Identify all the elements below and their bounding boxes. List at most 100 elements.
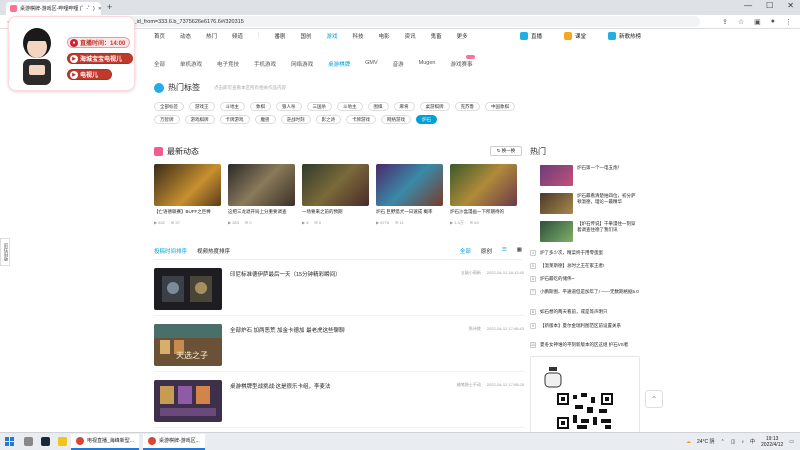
hot-list-item[interactable]: 7 小鹏斯图、平通道但是加年了! ——无数期格据5.0 xyxy=(530,289,640,295)
tag-chip[interactable]: 魔兽 xyxy=(254,115,276,124)
subnav-online[interactable]: 网络游戏 xyxy=(291,60,313,68)
volume-icon[interactable]: ♪ xyxy=(742,439,745,445)
tag-chip[interactable]: 游戏棋牌 xyxy=(184,115,215,124)
feed-title[interactable]: 印尼标准德伊萨最后一天（15分钟精彩瞬间） xyxy=(230,270,341,278)
weather-text[interactable]: 24°C 阴 xyxy=(697,438,715,445)
subnav-single[interactable]: 单机游戏 xyxy=(180,60,202,68)
folder-icon[interactable] xyxy=(58,437,67,446)
tag-chip[interactable]: 影之诗 xyxy=(315,115,341,124)
feed-uploader[interactable]: 蜡笔隐士不动 xyxy=(457,382,481,388)
hot-list-item[interactable]: 8 如石想的两天看前，或是等声明只 xyxy=(530,309,640,315)
tag-chip[interactable]: 象棋 xyxy=(250,102,271,111)
video-card[interactable]: 【亡语德联赛】BUFF之巨棒 ▶ 832 ✉ 37 xyxy=(154,164,221,226)
subnav-all[interactable]: 全部 xyxy=(154,60,165,68)
browser-tab[interactable]: 桌游棋牌-游戏区-哔哩哔哩 (゜-゜) ✕ xyxy=(6,2,101,15)
hot-list-item[interactable]: 9 【新版本】夏尔金瑞利图范区前设置关系 xyxy=(530,323,640,329)
feed-uploader[interactable]: 五级小萌新 xyxy=(461,270,481,276)
close-tab-icon[interactable]: ✕ xyxy=(98,6,101,12)
nav-guochuang[interactable]: 国创 xyxy=(301,32,312,44)
feed-row[interactable]: 天选之子 全部炉石 加两恶荒 加金卡德加 最老虎这些聊聊 陈诗陵 2022-04-… xyxy=(154,324,524,372)
subnav-esports[interactable]: 电子竞技 xyxy=(217,60,239,68)
subnav-mugen[interactable]: Mugen xyxy=(419,60,436,68)
start-button[interactable] xyxy=(0,437,18,446)
tag-chip[interactable]: 中国象棋 xyxy=(485,102,515,111)
hot-video-item[interactable]: 炉石第一个一电五炮！ xyxy=(540,165,637,186)
nav-anime[interactable]: 番剧 xyxy=(275,32,286,44)
maximize-icon[interactable]: ☐ xyxy=(766,1,773,10)
tag-chip[interactable]: 桌游棋牌 xyxy=(419,102,450,111)
extension-icon[interactable]: ▣ xyxy=(754,18,761,26)
star-icon[interactable]: ☆ xyxy=(738,18,744,26)
scroll-to-top-button[interactable]: ⌃ xyxy=(645,390,663,408)
nav-tech[interactable]: 科技 xyxy=(353,32,364,44)
subnav-events[interactable]: 游戏赛事 xyxy=(450,55,476,68)
tag-chip[interactable]: 狼人杀 xyxy=(276,102,302,111)
nav-home[interactable]: 首页 xyxy=(154,32,165,44)
tag-chip[interactable]: 游戏王 xyxy=(189,102,215,111)
list-view-icon[interactable]: ☰ xyxy=(502,247,507,255)
new-tab-icon[interactable]: + xyxy=(107,2,112,12)
close-window-icon[interactable]: ✕ xyxy=(787,1,794,10)
tab-by-heat[interactable]: 视频热度排序 xyxy=(197,247,230,255)
filter-all[interactable]: 全部 xyxy=(460,247,471,255)
taskbar-app[interactable]: 电视直播_海峰新型... xyxy=(71,433,139,450)
tray-arrow-icon[interactable]: ⌃ xyxy=(721,439,725,445)
tag-chip[interactable]: 斗地主 xyxy=(337,102,363,111)
hot-video-item[interactable]: 【炉石传说】干拳漫住一刻穿着调查住德了我们讯 xyxy=(540,221,637,242)
hot-list-item[interactable]: 4 炉了多少次，精菜终于用零蛋蛋 xyxy=(530,250,640,256)
refresh-button[interactable]: ↻ 换一换 xyxy=(490,146,522,156)
hot-list-item[interactable]: 10 夏冬女神谁的平刻新版本的区这组 护石VS者 xyxy=(530,342,640,348)
subnav-gmv[interactable]: GMV xyxy=(365,60,378,68)
clock[interactable]: 19:13 2022/4/12 xyxy=(761,436,783,448)
tag-chip[interactable]: 万智牌 xyxy=(154,115,180,124)
tag-chip[interactable]: 三国杀 xyxy=(306,102,332,111)
tag-chip[interactable]: 炉石 xyxy=(416,115,437,124)
video-card[interactable]: 这把三龙退开局上分重要调查 ▶ 283 ✉ 0 xyxy=(228,164,295,226)
minimize-icon[interactable]: — xyxy=(744,1,752,10)
hot-list-item[interactable]: 5 【温莱斯德】总时之王在家王者! xyxy=(530,263,640,269)
feed-title[interactable]: 全部炉石 加两恶荒 加金卡德加 最老虎这些聊聊 xyxy=(230,326,345,334)
menu-icon[interactable]: ⋮ xyxy=(785,18,792,26)
ime-icon[interactable]: 中 xyxy=(750,438,755,445)
tag-chip[interactable]: 卡牌游戏 xyxy=(219,115,250,124)
network-icon[interactable]: ◫ xyxy=(731,439,736,445)
tag-chip[interactable]: 网络游戏 xyxy=(381,115,411,124)
tag-chip[interactable]: 逆战时刻 xyxy=(280,115,311,124)
share-icon[interactable]: ⇪ xyxy=(722,18,728,26)
feed-title[interactable]: 桌游棋牌型战挑战:这是很乐卡组，李麦法 xyxy=(230,382,331,390)
music-chart-link[interactable]: 新歌热榜 xyxy=(608,32,641,40)
hot-list-item[interactable]: 6 炉石最吃的储伟~ xyxy=(530,276,640,282)
search-icon[interactable] xyxy=(24,437,33,446)
nav-game[interactable]: 游戏 xyxy=(327,32,338,44)
feed-uploader[interactable]: 陈诗陵 xyxy=(469,326,481,332)
live-link[interactable]: 直播 xyxy=(520,32,542,40)
tag-chip[interactable]: 全部标签 xyxy=(154,102,184,111)
tag-chip[interactable]: 克苏鲁 xyxy=(454,102,480,111)
video-card[interactable]: 一场要来之前的预期 ▶ 8 ✉ 0 xyxy=(302,164,369,226)
tag-chip[interactable]: 麻将 xyxy=(393,102,415,111)
subnav-board[interactable]: 桌游棋牌 xyxy=(328,60,350,68)
tab-by-time[interactable]: 投稿时间排序 xyxy=(154,247,187,255)
tag-chip[interactable]: 围棋 xyxy=(367,102,389,111)
nav-hot[interactable]: 热门 xyxy=(206,32,217,44)
course-link[interactable]: 课堂 xyxy=(564,32,586,40)
filter-original[interactable]: 原创 xyxy=(481,247,492,255)
grid-view-icon[interactable]: ▦ xyxy=(517,247,522,255)
nav-dynamic[interactable]: 动态 xyxy=(180,32,191,44)
feed-row[interactable]: 印尼标准德伊萨最后一天（15分钟精彩瞬间） 五级小萌新 2022-04-12 18… xyxy=(154,268,524,316)
taskbar-app[interactable]: 桌游棋牌-游戏区... xyxy=(142,433,205,450)
tag-chip[interactable]: 卡牌游戏 xyxy=(346,115,376,124)
video-card[interactable]: 炉石 巨野猎犬一日速成 概率 ▶ 5776 ✉ 11 xyxy=(376,164,443,226)
video-card[interactable]: 炉石沙盒漫画一下所期待的 ▶ 1.4万 ✉ 63 xyxy=(450,164,517,226)
nav-news[interactable]: 资讯 xyxy=(405,32,416,44)
old-version-button[interactable]: 前往旧版 xyxy=(0,238,10,266)
nav-more[interactable]: 更多 xyxy=(457,32,468,44)
feed-row[interactable]: 桌游棋牌型战挑战:这是很乐卡组，李麦法 蜡笔隐士不动 2022-04-12 17:… xyxy=(154,380,524,428)
url-input[interactable]: bilibili.com/v/game/board/?spm_id_from=3… xyxy=(50,16,700,27)
tag-chip[interactable]: 斗地主 xyxy=(219,102,245,111)
subnav-music-game[interactable]: 音游 xyxy=(393,60,404,68)
hot-video-item[interactable]: 炉石最看清楚拍四位，初分萨顿温德，理论一最精华 xyxy=(540,193,637,214)
subnav-mobile[interactable]: 手机游戏 xyxy=(254,60,276,68)
profile-icon[interactable]: ● xyxy=(771,18,775,26)
nav-movie[interactable]: 电影 xyxy=(379,32,390,44)
